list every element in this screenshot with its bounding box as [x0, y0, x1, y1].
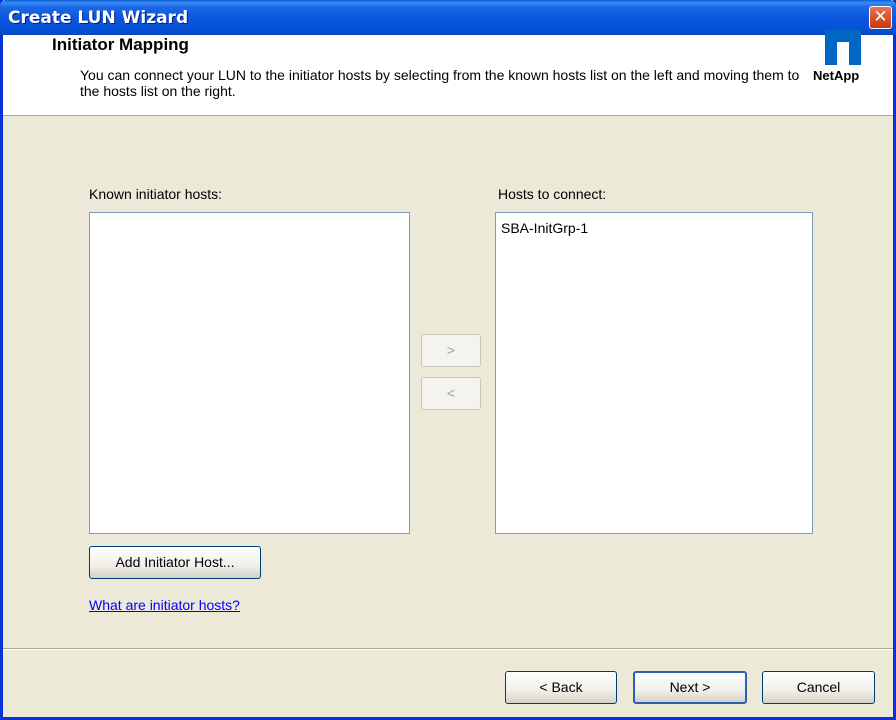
- list-item[interactable]: SBA-InitGrp-1: [501, 220, 588, 236]
- logo-text: NetApp: [813, 68, 860, 83]
- hosts-to-connect-list[interactable]: SBA-InitGrp-1: [495, 212, 813, 534]
- close-icon[interactable]: ✕: [869, 6, 892, 29]
- help-link[interactable]: What are initiator hosts?: [89, 597, 240, 613]
- page-title: Initiator Mapping: [52, 35, 189, 54]
- back-button[interactable]: < Back: [505, 671, 617, 704]
- known-hosts-list[interactable]: [89, 212, 410, 534]
- netapp-logo: NetApp: [813, 28, 879, 94]
- hosts-to-connect-label: Hosts to connect:: [498, 186, 607, 202]
- cancel-button[interactable]: Cancel: [762, 671, 875, 704]
- add-initiator-host-button[interactable]: Add Initiator Host...: [89, 546, 261, 579]
- wizard-window: Create LUN Wizard ✕ Initiator Mapping Yo…: [0, 0, 896, 720]
- known-hosts-label: Known initiator hosts:: [89, 186, 223, 202]
- next-button[interactable]: Next >: [633, 671, 747, 704]
- page-description: You can connect your LUN to the initiato…: [80, 67, 800, 99]
- footer-divider: [3, 648, 893, 650]
- title-bar[interactable]: Create LUN Wizard ✕: [0, 0, 896, 35]
- add-host-button[interactable]: >: [421, 334, 481, 367]
- netapp-logo-icon: [825, 30, 861, 65]
- window-title: Create LUN Wizard: [8, 8, 189, 28]
- remove-host-button[interactable]: <: [421, 377, 481, 410]
- wizard-header: Initiator Mapping You can connect your L…: [3, 30, 893, 116]
